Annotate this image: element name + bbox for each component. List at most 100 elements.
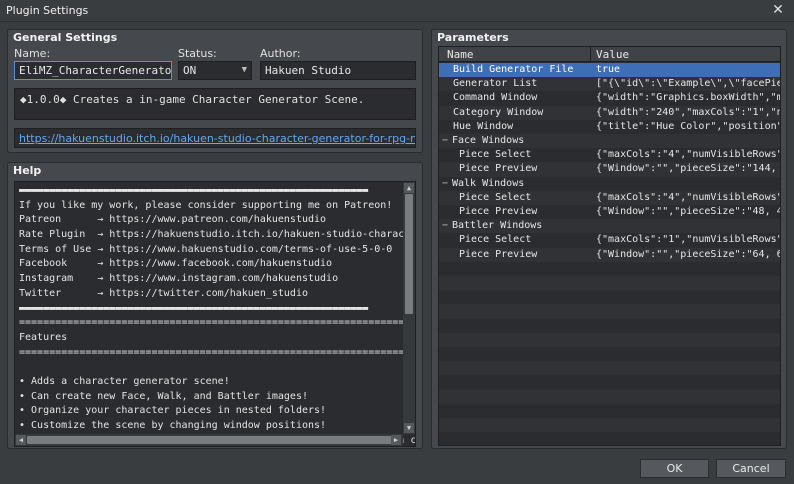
help-vertical-scroll-thumb[interactable]: [405, 194, 413, 314]
empty-row: [439, 319, 780, 333]
help-line: [15, 360, 399, 375]
param-name: Piece Preview: [459, 248, 538, 260]
param-name: Face Windows: [452, 135, 525, 146]
help-line: If you like my work, please consider sup…: [19, 199, 393, 211]
param-row[interactable]: Category Window {"width":"240","maxCols":…: [439, 105, 780, 120]
empty-row: [439, 418, 780, 433]
help-line: ========================================…: [19, 317, 416, 329]
parameters-grid: Name Value Build Generator File true Gener…: [438, 46, 781, 446]
param-row[interactable]: Piece Preview {"Window":"","pieceSize":"6…: [439, 247, 780, 262]
param-name: Category Window: [453, 106, 544, 118]
close-icon[interactable]: ✕: [770, 2, 786, 18]
param-rows: Build Generator File true Generator List ["…: [439, 63, 780, 445]
param-group-row[interactable]: − Battler Windows: [439, 219, 780, 234]
status-value: ON: [183, 64, 197, 77]
param-name: Piece Select: [459, 149, 532, 161]
cancel-button[interactable]: Cancel: [716, 459, 786, 478]
help-panel: Help ▬▬▬▬▬▬▬▬▬▬▬▬▬▬▬▬▬▬▬▬▬▬▬▬▬▬▬▬▬▬▬▬▬▬▬…: [7, 162, 423, 449]
param-group-row[interactable]: − Walk Windows: [439, 177, 780, 191]
scroll-down-icon[interactable]: ▼: [404, 423, 414, 433]
help-line: • Can create new Face, Walk, and Battler…: [19, 390, 308, 402]
help-line: ▬▬▬▬▬▬▬▬▬▬▬▬▬▬▬▬▬▬▬▬▬▬▬▬▬▬▬▬▬▬▬▬▬▬▬▬▬▬▬▬…: [19, 302, 369, 314]
scroll-left-icon[interactable]: ◀: [16, 435, 26, 445]
help-line: Terms of Use → https://www.hakuenstudio.…: [19, 243, 393, 255]
column-divider[interactable]: [590, 47, 591, 62]
param-name: Piece Select: [459, 191, 532, 203]
param-row[interactable]: Piece Select {"maxCols":"1","numVisibleRo…: [439, 233, 780, 247]
param-row[interactable]: Hue Window {"title":"Hue Color","position…: [439, 120, 780, 134]
param-row[interactable]: Build Generator File true: [439, 63, 780, 78]
param-value: {"title":"Hue Color","position":...: [596, 120, 780, 132]
param-row[interactable]: Generator List ["{\"id\":\"Example\",\"fa…: [439, 77, 780, 92]
collapse-icon[interactable]: −: [442, 134, 448, 148]
param-row[interactable]: Piece Select {"maxCols":"4","numVisibleRo…: [439, 190, 780, 205]
title-bar: Plugin Settings ✕: [0, 0, 794, 22]
ok-button[interactable]: OK: [640, 459, 709, 478]
help-line: Twitter → https://twitter.com/hakuen_stu…: [19, 287, 308, 299]
param-name: Piece Preview: [459, 206, 538, 217]
param-name: Generator List: [453, 78, 538, 90]
empty-row: [439, 276, 780, 291]
help-horizontal-scrollbar[interactable]: ◀ ▶: [15, 434, 403, 446]
help-vertical-scrollbar[interactable]: ▲ ▼: [403, 182, 415, 434]
name-label: Name:: [14, 47, 51, 60]
author-field[interactable]: Hakuen Studio: [260, 61, 416, 80]
param-value: ["{\"id\":\"Example\",\"facePieces\": [596, 78, 780, 90]
empty-row: [439, 304, 780, 319]
plugin-url-link[interactable]: https://hakuenstudio.itch.io/hakuen-stud…: [14, 128, 416, 148]
general-settings-header: General Settings: [13, 31, 118, 44]
col-name-header[interactable]: Name: [447, 48, 474, 61]
param-name: Battler Windows: [452, 220, 543, 232]
param-value: {"maxCols":"4","numVisibleRows":...: [596, 191, 780, 203]
param-name: Walk Windows: [452, 177, 525, 189]
help-lines: ▬▬▬▬▬▬▬▬▬▬▬▬▬▬▬▬▬▬▬▬▬▬▬▬▬▬▬▬▬▬▬▬▬▬▬▬▬▬▬▬…: [15, 184, 416, 446]
param-name: Build Generator File: [453, 64, 574, 75]
parameters-header: Parameters: [437, 31, 509, 44]
empty-row: [439, 389, 780, 404]
empty-row: [439, 290, 780, 304]
collapse-icon[interactable]: −: [442, 177, 448, 191]
collapse-icon[interactable]: −: [442, 219, 448, 233]
param-name: Command Window: [453, 92, 538, 104]
col-value-header[interactable]: Value: [596, 48, 629, 61]
param-row[interactable]: Piece Preview {"Window":"","pieceSize":"4…: [439, 205, 780, 219]
name-field[interactable]: EliMZ_CharacterGeneratorPro: [14, 61, 172, 80]
scroll-up-icon[interactable]: ▲: [404, 183, 414, 193]
param-row[interactable]: Piece Select {"maxCols":"4","numVisibleRo…: [439, 148, 780, 162]
scroll-right-icon[interactable]: ▶: [391, 435, 401, 445]
empty-row: [439, 332, 780, 347]
grid-header: Name Value: [439, 47, 780, 62]
help-line: • Customize the scene by changing window…: [19, 420, 327, 431]
param-name: Piece Select: [459, 234, 532, 246]
empty-row: [439, 361, 780, 376]
help-line: ========================================…: [19, 346, 416, 358]
help-line: ▬▬▬▬▬▬▬▬▬▬▬▬▬▬▬▬▬▬▬▬▬▬▬▬▬▬▬▬▬▬▬▬▬▬▬▬▬▬▬▬…: [19, 185, 369, 196]
chevron-down-icon: ▼: [241, 65, 247, 75]
help-line: Facebook → https://www.facebook.com/haku…: [19, 258, 333, 270]
empty-row: [439, 404, 780, 418]
param-name: Hue Window: [453, 120, 514, 132]
help-horizontal-scroll-thumb[interactable]: [27, 436, 397, 444]
parameters-panel: Parameters Name Value Build Generator Fi…: [431, 29, 787, 449]
status-select[interactable]: ON ▼: [178, 61, 252, 80]
param-row[interactable]: Piece Preview {"Window":"","pieceSize":"1…: [439, 162, 780, 177]
param-value: {"maxCols":"4","numVisibleRows":...: [596, 149, 780, 161]
help-line: • Adds a character generator scene!: [19, 375, 230, 387]
param-value: {"width":"Graphics.boxWidth","ma...: [596, 92, 780, 104]
param-row[interactable]: Command Window {"width":"Graphics.boxWidt…: [439, 91, 780, 105]
help-text-area[interactable]: ▬▬▬▬▬▬▬▬▬▬▬▬▬▬▬▬▬▬▬▬▬▬▬▬▬▬▬▬▬▬▬▬▬▬▬▬▬▬▬▬…: [14, 181, 416, 447]
param-name: Piece Preview: [459, 163, 538, 175]
window-title: Plugin Settings: [6, 4, 89, 17]
empty-row: [439, 432, 780, 445]
description-box[interactable]: ◆1.0.0◆ Creates a in-game Character Gene…: [14, 88, 416, 120]
param-value: {"Window":"","pieceSize":"64, 64...: [596, 248, 780, 260]
param-group-row[interactable]: − Face Windows: [439, 134, 780, 149]
param-value: {"width":"240","maxCols":"1","nu...: [596, 106, 780, 118]
author-label: Author:: [260, 47, 301, 60]
general-settings-panel: General Settings Name: EliMZ_CharacterGe…: [7, 29, 423, 153]
param-value: {"maxCols":"1","numVisibleRows":...: [596, 234, 780, 246]
empty-row: [439, 375, 780, 389]
help-header: Help: [13, 164, 42, 177]
param-value: {"Window":"","pieceSize":"144, 1...: [596, 163, 780, 175]
help-line: Features: [19, 331, 68, 343]
